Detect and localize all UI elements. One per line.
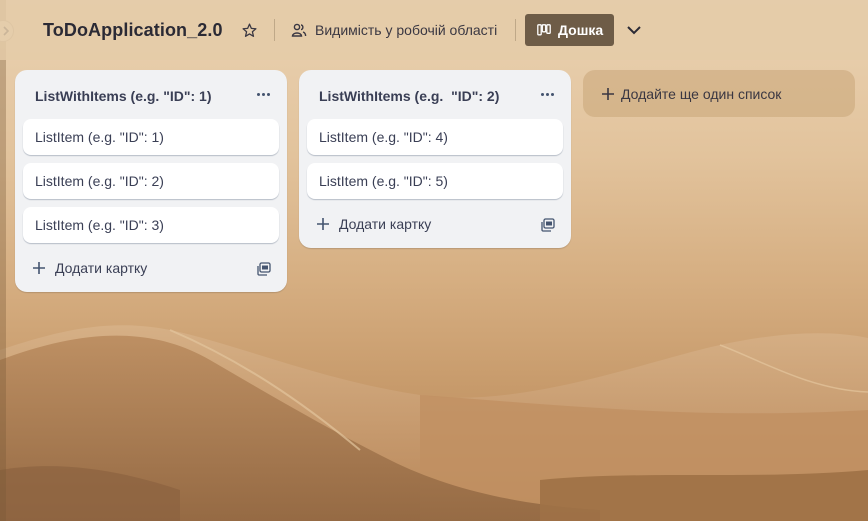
star-icon[interactable]	[241, 22, 258, 39]
list-title[interactable]: ListWithItems (e.g. "ID": 2)	[319, 88, 499, 104]
visibility-label: Видимість у робочій області	[315, 22, 498, 38]
add-card-label: Додати картку	[339, 216, 432, 232]
list-header: ListWithItems (e.g. "ID": 2)	[299, 70, 571, 120]
template-icon[interactable]	[541, 218, 555, 232]
plus-icon	[602, 87, 614, 100]
list-header: ListWithItems (e.g. "ID": 1)	[15, 70, 287, 120]
more-icon[interactable]	[253, 86, 273, 102]
list-1: ListWithItems (e.g. "ID": 1) ListItem (e…	[15, 70, 287, 292]
board-title[interactable]: ToDoApplication_2.0	[43, 20, 223, 41]
add-card-label: Додати картку	[55, 260, 148, 276]
header-separator	[515, 19, 516, 41]
plus-icon	[33, 262, 45, 274]
list-2: ListWithItems (e.g. "ID": 2) ListItem (e…	[299, 70, 571, 248]
add-card-button[interactable]: Додати картку	[31, 260, 147, 276]
add-list-button[interactable]: Додайте ще один список	[583, 70, 855, 117]
add-card-button[interactable]: Додати картку	[315, 216, 431, 232]
sidebar-strip	[0, 0, 6, 521]
people-icon	[291, 23, 307, 37]
card[interactable]: ListItem (e.g. "ID": 3)	[23, 207, 279, 243]
chevron-down-icon[interactable]	[626, 23, 642, 37]
board-view-label: Дошка	[558, 22, 604, 38]
template-icon[interactable]	[257, 262, 271, 276]
more-icon[interactable]	[537, 86, 557, 102]
header-separator	[274, 19, 275, 41]
board-icon	[537, 24, 551, 36]
plus-icon	[317, 218, 329, 230]
list-title[interactable]: ListWithItems (e.g. "ID": 1)	[35, 88, 212, 104]
add-list-label: Додайте ще один список	[621, 85, 782, 102]
board-header: ToDoApplication_2.0 Видимість у робочій …	[0, 0, 868, 60]
visibility-button[interactable]: Видимість у робочій області	[291, 22, 497, 38]
card[interactable]: ListItem (e.g. "ID": 4)	[307, 119, 563, 155]
board-view-button[interactable]: Дошка	[525, 14, 614, 46]
card[interactable]: ListItem (e.g. "ID": 1)	[23, 119, 279, 155]
card[interactable]: ListItem (e.g. "ID": 5)	[307, 163, 563, 199]
card[interactable]: ListItem (e.g. "ID": 2)	[23, 163, 279, 199]
